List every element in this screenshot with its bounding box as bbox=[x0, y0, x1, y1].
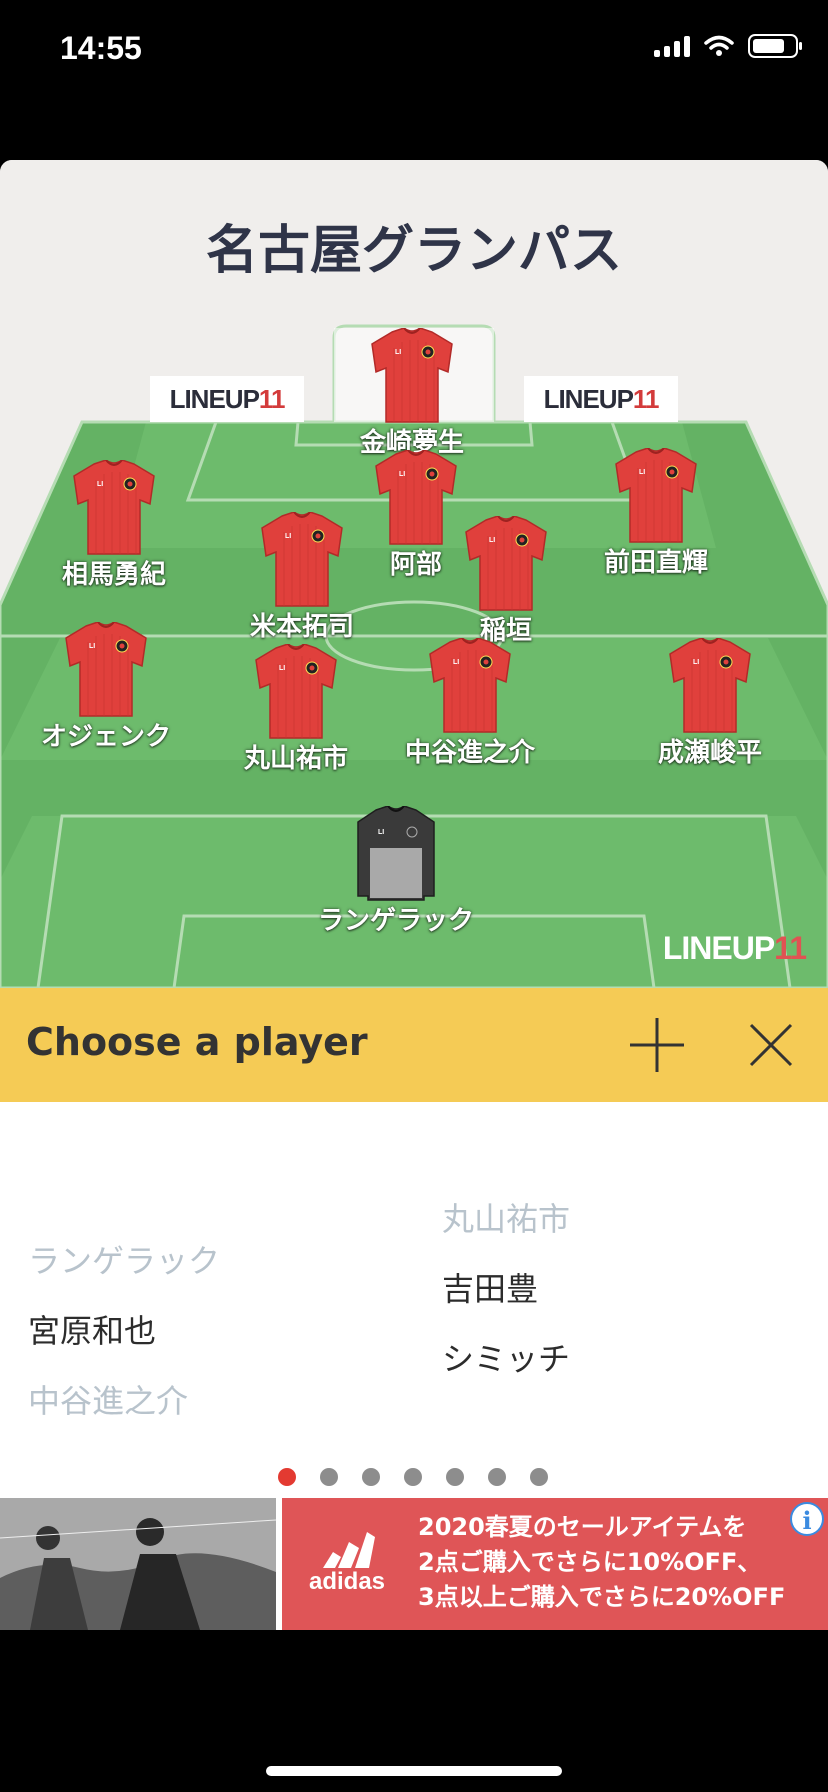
red-jersey-icon bbox=[669, 638, 751, 733]
wifi-icon bbox=[704, 35, 734, 56]
player-slot[interactable]: 成瀬峻平 bbox=[610, 638, 810, 769]
choose-player-bar: Choose a player bbox=[0, 988, 828, 1102]
brand-name: LINEUP bbox=[169, 383, 260, 414]
ad-line: 2020春夏のセールアイテムを bbox=[418, 1513, 747, 1541]
player-option: 丸山祐市 bbox=[442, 1200, 571, 1238]
field-area: 名古屋グランパス LINEUP 11 LINEUP 11 LINEUP11 金崎… bbox=[0, 160, 828, 988]
brand-logo-right: LINEUP 11 bbox=[524, 376, 678, 422]
ad-panel: adidas 2020春夏のセールアイテムを 2点ご購入でさらに10%OFF、 … bbox=[282, 1498, 828, 1630]
player-option: 中谷進之介 bbox=[28, 1382, 189, 1420]
page-dot-active[interactable] bbox=[278, 1468, 296, 1486]
player-slot[interactable]: 中谷進之介 bbox=[370, 638, 570, 769]
brand-logo-pitch: LINEUP11 bbox=[662, 930, 807, 967]
brand-number: 11 bbox=[258, 383, 285, 414]
ad-line: 2点ご購入でさらに10%OFF、 bbox=[418, 1548, 762, 1576]
brand-name: LINEUP bbox=[662, 930, 775, 966]
page-dot[interactable] bbox=[446, 1468, 464, 1486]
red-jersey-icon bbox=[465, 516, 547, 611]
player-name: 中谷進之介 bbox=[404, 738, 535, 768]
player-slot-goalkeeper[interactable]: ランゲラック bbox=[296, 806, 496, 937]
red-jersey-icon bbox=[371, 328, 453, 423]
player-slot[interactable]: 丸山祐市 bbox=[196, 644, 396, 775]
page-indicator[interactable] bbox=[278, 1468, 548, 1486]
red-jersey-icon bbox=[261, 512, 343, 607]
ad-photo bbox=[0, 1498, 276, 1630]
player-option[interactable]: シミッチ bbox=[442, 1324, 570, 1394]
player-name: ランゲラック bbox=[317, 906, 474, 936]
player-slot[interactable]: 米本拓司 bbox=[202, 512, 402, 643]
player-picker: ランゲラック 宮原和也 中谷進之介 丸山祐市 吉田豊 シミッチ bbox=[0, 1102, 828, 1482]
adidas-logo: adidas bbox=[302, 1528, 392, 1596]
red-jersey-icon bbox=[615, 448, 697, 543]
ad-line: 3点以上ご購入でさらに20%OFF bbox=[418, 1583, 786, 1611]
red-jersey-icon bbox=[255, 644, 337, 739]
ad-photo-image bbox=[0, 1498, 276, 1630]
page-dot[interactable] bbox=[530, 1468, 548, 1486]
page-dot[interactable] bbox=[404, 1468, 422, 1486]
player-slot[interactable]: オジェンク bbox=[6, 622, 206, 753]
player-list-left: ランゲラック 宮原和也 中谷進之介 bbox=[28, 1226, 220, 1436]
ad-info-icon[interactable]: i bbox=[790, 1502, 824, 1536]
player-name: 成瀬峻平 bbox=[657, 738, 762, 768]
player-name: オジェンク bbox=[40, 722, 171, 752]
close-icon[interactable] bbox=[748, 1022, 794, 1068]
cellular-signal-icon bbox=[654, 35, 690, 57]
ad-brand: adidas bbox=[308, 1568, 386, 1595]
page-dot[interactable] bbox=[488, 1468, 506, 1486]
red-jersey-icon bbox=[65, 622, 147, 717]
player-slot[interactable]: 稲垣 bbox=[406, 516, 606, 647]
brand-logo-left: LINEUP 11 bbox=[150, 376, 304, 422]
player-list-right: 丸山祐市 吉田豊 シミッチ bbox=[442, 1184, 570, 1394]
goalkeeper-jersey-icon bbox=[357, 806, 435, 901]
status-time: 14:55 bbox=[60, 30, 142, 66]
page-dot[interactable] bbox=[362, 1468, 380, 1486]
player-option: ランゲラック bbox=[28, 1242, 221, 1280]
home-indicator[interactable] bbox=[266, 1766, 562, 1776]
player-option[interactable]: 吉田豊 bbox=[442, 1254, 570, 1324]
page-dot[interactable] bbox=[320, 1468, 338, 1486]
choose-player-title: Choose a player bbox=[26, 1020, 368, 1064]
player-name: 相馬勇紀 bbox=[61, 560, 166, 590]
ad-banner[interactable]: adidas 2020春夏のセールアイテムを 2点ご購入でさらに10%OFF、 … bbox=[0, 1498, 828, 1630]
player-name: 丸山祐市 bbox=[243, 744, 348, 774]
player-option[interactable]: 宮原和也 bbox=[28, 1296, 220, 1366]
player-slot[interactable]: 金崎夢生 bbox=[312, 328, 512, 459]
status-icons bbox=[654, 34, 802, 58]
brand-name: LINEUP bbox=[543, 383, 634, 414]
player-slot[interactable]: 相馬勇紀 bbox=[14, 460, 214, 591]
battery-icon bbox=[748, 34, 802, 58]
add-player-icon[interactable] bbox=[628, 1016, 686, 1074]
lineup-card: 名古屋グランパス LINEUP 11 LINEUP 11 LINEUP11 金崎… bbox=[0, 160, 828, 1630]
red-jersey-icon bbox=[73, 460, 155, 555]
adidas-stripes-icon bbox=[323, 1532, 375, 1568]
red-jersey-icon bbox=[429, 638, 511, 733]
status-bar: 14:55 bbox=[0, 0, 828, 100]
brand-number: 11 bbox=[774, 930, 807, 966]
brand-number: 11 bbox=[632, 383, 659, 414]
ad-copy: 2020春夏のセールアイテムを 2点ご購入でさらに10%OFF、 3点以上ご購入… bbox=[418, 1510, 785, 1615]
